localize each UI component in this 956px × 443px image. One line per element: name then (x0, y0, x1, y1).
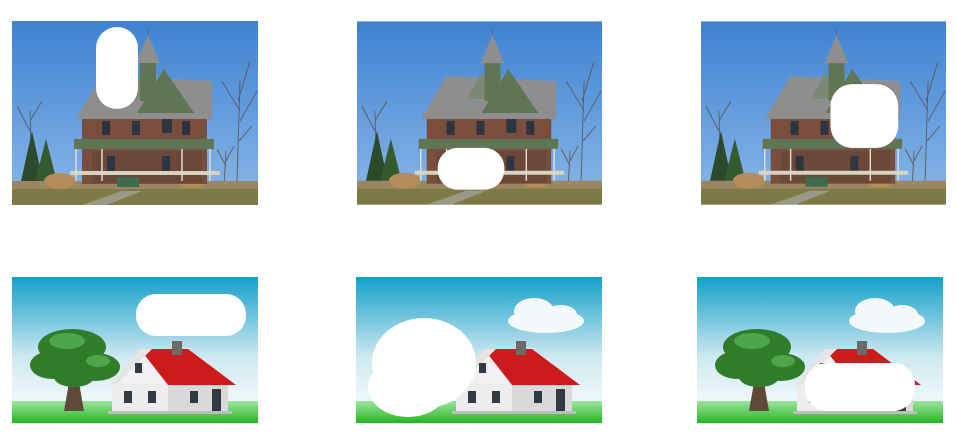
victorian-house-panel-1 (12, 21, 258, 205)
victorian-house-panel-3 (701, 21, 946, 205)
cartoon-house-illustration (697, 277, 943, 423)
inpaint-mask (96, 27, 138, 109)
cartoon-house-illustration (356, 277, 602, 423)
cartoon-house-illustration (12, 277, 258, 423)
victorian-house-panel-2 (357, 21, 602, 205)
inpaint-mask (136, 294, 246, 336)
victorian-house-photo (12, 21, 258, 205)
victorian-house-photo (701, 21, 946, 205)
inpaint-mask (437, 147, 505, 190)
cartoon-house-panel-1 (12, 277, 258, 423)
inpaint-mask (830, 84, 899, 148)
cartoon-house-panel-2 (356, 277, 602, 423)
cartoon-house-panel-3 (697, 277, 943, 423)
victorian-house-photo (357, 21, 602, 205)
inpaint-mask (805, 363, 915, 411)
